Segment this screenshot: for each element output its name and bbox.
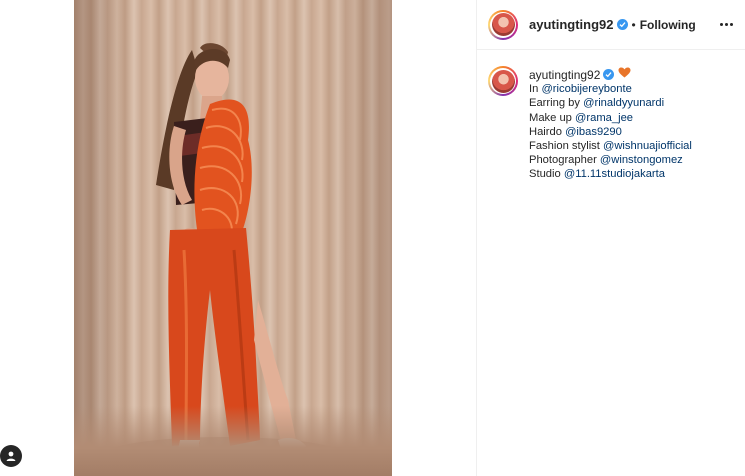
verified-badge-icon xyxy=(603,69,615,81)
caption-line-stylist: Fashion stylist @wishnuajiofficial xyxy=(529,140,692,153)
caption: ayutingting92 In @ricobijereybonte Earri… xyxy=(477,50,745,182)
post-photo[interactable] xyxy=(74,0,392,476)
more-options-icon[interactable] xyxy=(720,23,733,26)
header-username[interactable]: ayutingting92 xyxy=(529,17,614,32)
caption-line-makeup: Make up @rama_jee xyxy=(529,111,634,124)
caption-username[interactable]: ayutingting92 xyxy=(529,68,600,82)
post-header: ayutingting92 • Following xyxy=(477,0,745,50)
caption-line-photographer: Photographer @winstongomez xyxy=(529,154,683,167)
photo-figure xyxy=(104,43,344,473)
post-sidebar: ayutingting92 • Following ayutingting92 … xyxy=(476,0,745,476)
avatar[interactable] xyxy=(488,9,518,40)
mention-link[interactable]: @11.11studiojakarta xyxy=(564,168,665,180)
user-icon[interactable] xyxy=(0,445,22,467)
caption-line-hairdo: Hairdo @ibas9290 xyxy=(529,125,622,138)
avatar-image xyxy=(491,13,515,36)
mention-link[interactable]: @ibas9290 xyxy=(565,126,622,138)
caption-username-line: ayutingting92 xyxy=(529,67,692,82)
caption-line-studio: Studio @11.11studiojakarta xyxy=(529,168,665,181)
mention-link[interactable]: @rinaldyyunardi xyxy=(583,97,664,109)
photo-pane xyxy=(0,0,476,476)
caption-line-earring: Earring by @rinaldyyunardi xyxy=(529,97,665,110)
caption-line-outfit: In @ricobijereybonte xyxy=(529,83,632,96)
orange-heart-icon xyxy=(618,67,631,82)
photo-floor xyxy=(74,406,392,476)
mention-link[interactable]: @rama_jee xyxy=(575,112,633,124)
caption-text: ayutingting92 In @ricobijereybonte Earri… xyxy=(529,66,692,182)
verified-badge-icon xyxy=(616,19,628,30)
mention-link[interactable]: @wishnuajiofficial xyxy=(603,140,692,152)
mention-link[interactable]: @winstongomez xyxy=(600,154,683,166)
caption-avatar[interactable] xyxy=(488,66,518,96)
separator-dot: • xyxy=(631,17,636,32)
following-button[interactable]: Following xyxy=(640,18,696,32)
mention-link[interactable]: @ricobijereybonte xyxy=(541,83,631,95)
